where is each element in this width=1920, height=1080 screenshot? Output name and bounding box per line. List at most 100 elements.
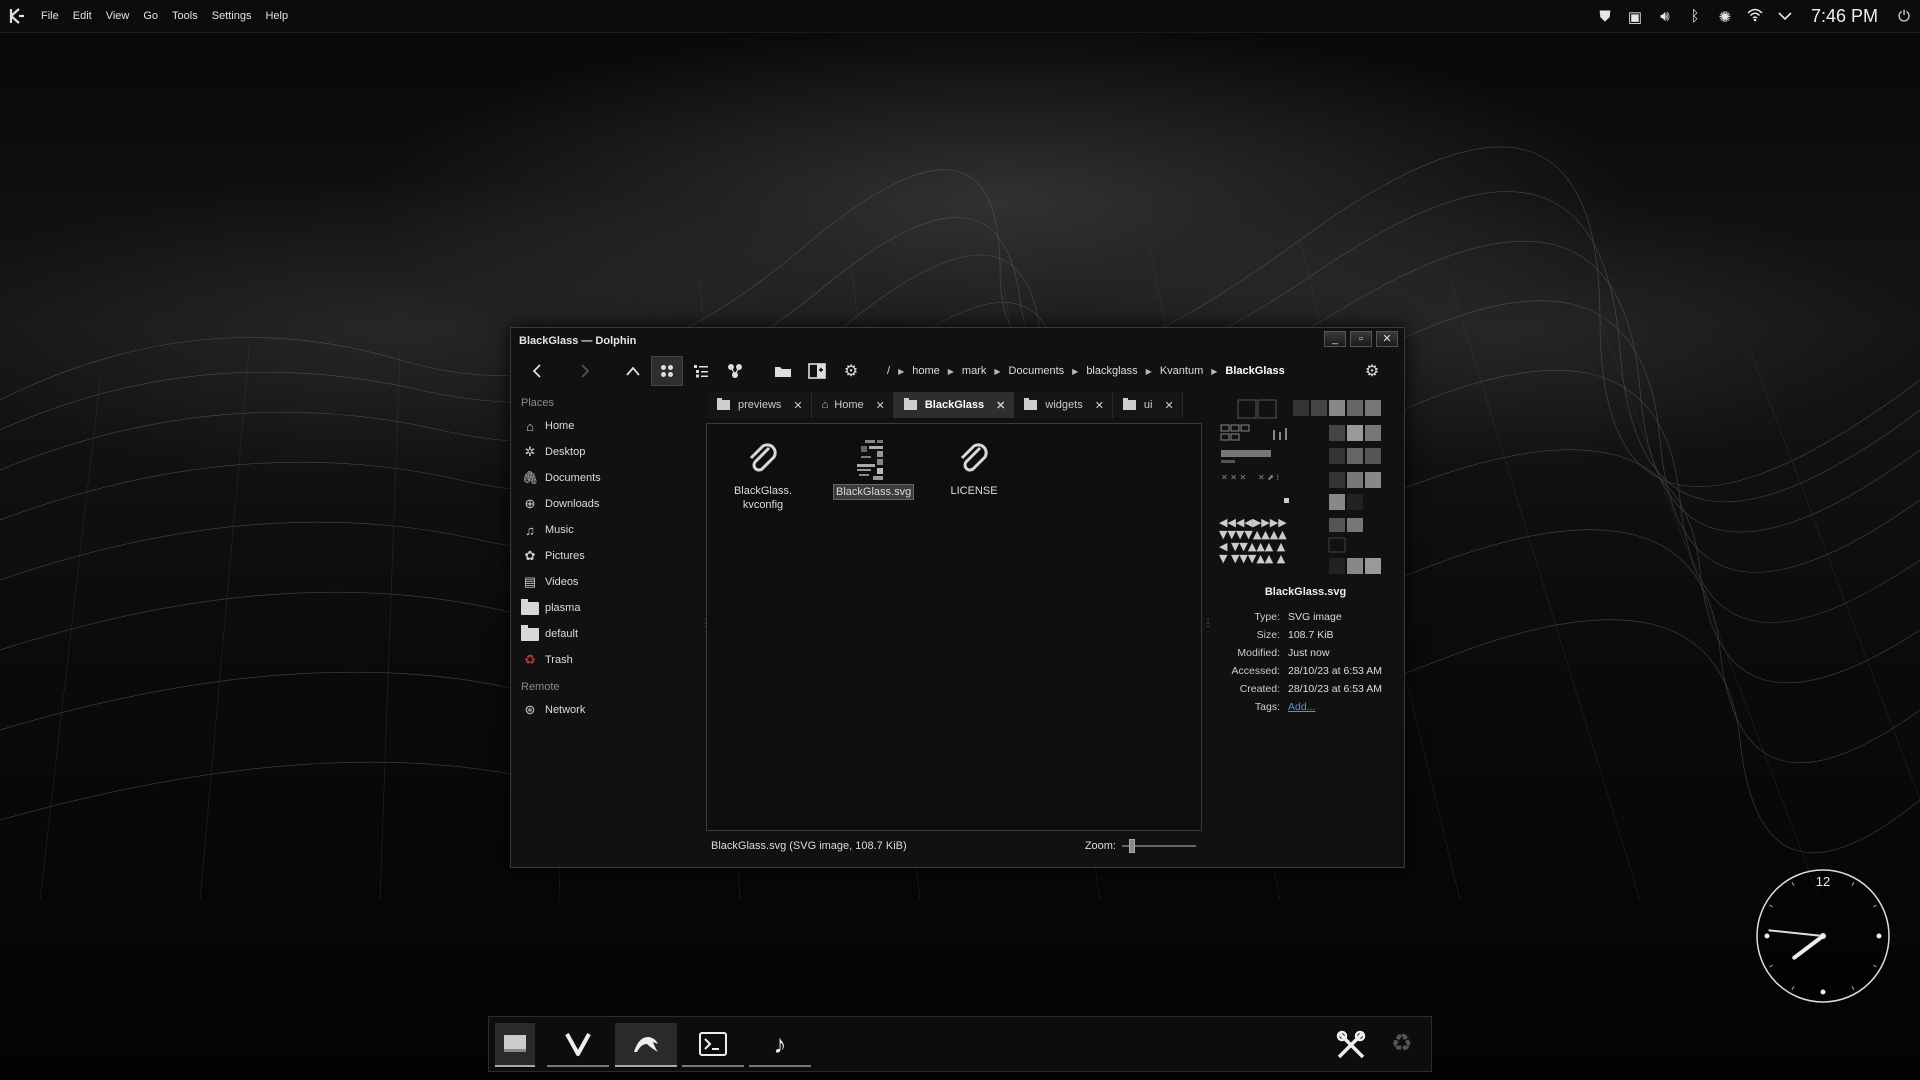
window-title: BlackGlass — Dolphin [519, 334, 637, 347]
desktop-icon: ✲ [524, 444, 536, 459]
file-item[interactable]: BlackGlass. kvconfig [727, 436, 799, 512]
file-item[interactable]: LICENSE [938, 436, 1010, 498]
meta-size-value: 108.7 KiB [1288, 629, 1334, 641]
tab-close-icon[interactable]: ✕ [1164, 399, 1173, 412]
downloads-icon: ⊕ [524, 496, 536, 511]
up-button[interactable] [617, 356, 649, 386]
top-panel: File Edit View Go Tools Settings Help ⛊ … [0, 0, 1920, 33]
forward-button[interactable] [569, 356, 601, 386]
folder-icon [1024, 398, 1038, 410]
menu-go[interactable]: Go [136, 0, 165, 33]
chevron-down-icon[interactable] [1777, 8, 1793, 25]
breadcrumb-item[interactable]: mark [962, 365, 986, 377]
breadcrumb-separator-icon: ▶ [994, 366, 1001, 376]
close-button[interactable]: ✕ [1376, 331, 1398, 347]
svg-text:✕ ⬈ ⁞: ✕ ⬈ ⁞ [1258, 473, 1279, 482]
folder-icon [521, 624, 539, 642]
breadcrumb-item[interactable]: Documents [1009, 365, 1065, 377]
menu-file[interactable]: File [34, 0, 66, 33]
settings-gear-icon[interactable]: ⚙ [835, 356, 867, 386]
clipboard-icon[interactable]: ▣ [1627, 8, 1643, 26]
meta-accessed-value: 28/10/23 at 6:53 AM [1288, 665, 1382, 677]
breadcrumb-item[interactable]: Kvantum [1160, 365, 1203, 377]
place-network[interactable]: ⊛ Network [511, 697, 701, 723]
music-player-icon[interactable]: ♪ [749, 1023, 811, 1067]
bluetooth-icon[interactable]: ᛒ [1687, 8, 1703, 25]
tab-bar: previews ✕ ⌂ Home ✕ BlackGlass ✕ widgets ✕ ui… [707, 392, 1203, 418]
kde-launcher-icon[interactable] [0, 0, 34, 33]
places-splitter[interactable]: ⋮ [701, 618, 711, 629]
meta-created-label: Created: [1239, 683, 1280, 695]
status-bar: BlackGlass.svg (SVG image, 108.7 KiB) Zo… [706, 836, 1202, 856]
place-downloads[interactable]: ⊕ Downloads [511, 491, 701, 517]
breadcrumb-item[interactable]: home [912, 365, 940, 377]
remote-header: Remote [521, 681, 560, 693]
show-desktop-button[interactable] [495, 1023, 535, 1067]
terminal-icon[interactable] [682, 1023, 744, 1067]
details-view-button[interactable] [685, 356, 717, 386]
menu-gear-icon[interactable]: ⚙ [1356, 356, 1388, 386]
folder-icon [521, 598, 539, 616]
tab-home[interactable]: ⌂ Home ✕ [811, 392, 894, 418]
meta-accessed-label: Accessed: [1231, 665, 1280, 677]
meta-modified-value: Just now [1288, 647, 1330, 659]
menu-settings[interactable]: Settings [205, 0, 259, 33]
breadcrumb-current[interactable]: BlackGlass [1225, 365, 1284, 377]
breadcrumb-separator-icon: ▶ [1211, 366, 1218, 376]
place-plasma[interactable]: plasma [511, 595, 701, 621]
place-desktop[interactable]: ✲ Desktop [511, 439, 701, 465]
preview-icon[interactable] [767, 356, 799, 386]
tab-close-icon[interactable]: ✕ [793, 399, 802, 412]
wifi-icon[interactable] [1747, 8, 1763, 26]
power-icon[interactable]: ⏻ [1896, 8, 1912, 25]
zoom-slider[interactable] [1122, 839, 1196, 853]
panel-clock[interactable]: 7:46 PM [1807, 6, 1882, 27]
minimize-button[interactable]: _ [1324, 331, 1346, 347]
tab-close-icon[interactable]: ✕ [1095, 399, 1104, 412]
place-pictures[interactable]: ✿ Pictures [511, 543, 701, 569]
folder-icon [717, 398, 730, 410]
breadcrumb-root[interactable]: / [887, 365, 890, 377]
tree-view-button[interactable] [719, 356, 751, 386]
analog-clock-widget[interactable]: 12 [1755, 868, 1891, 1004]
dolphin-icon[interactable] [615, 1023, 677, 1067]
menu-edit[interactable]: Edit [66, 0, 99, 33]
tab-blackglass[interactable]: BlackGlass ✕ [893, 392, 1015, 418]
tab-ui[interactable]: ui ✕ [1112, 392, 1183, 418]
file-view[interactable]: BlackGlass. kvconfig BlackGlass.svg LICE… [706, 423, 1202, 831]
place-documents[interactable]: 🖇︎ Documents [511, 465, 701, 491]
place-home[interactable]: ⌂ Home [511, 413, 701, 439]
split-view-icon[interactable] [801, 356, 833, 386]
zoom-slider-handle[interactable] [1128, 839, 1135, 853]
tab-widgets[interactable]: widgets ✕ [1014, 392, 1113, 418]
menu-view[interactable]: View [99, 0, 137, 33]
file-name: BlackGlass. [733, 485, 793, 497]
maximize-button[interactable]: ▫ [1350, 331, 1372, 347]
tools-icon[interactable] [1335, 1029, 1367, 1068]
clock-numeral: 12 [1816, 874, 1830, 889]
file-item-selected[interactable]: BlackGlass.svg [833, 436, 915, 500]
vivaldi-icon[interactable] [547, 1023, 609, 1067]
recycle-icon[interactable]: ♻ [1391, 1029, 1413, 1058]
place-music[interactable]: ♫ Music [511, 517, 701, 543]
svg-thumbnail-icon [833, 436, 905, 484]
tab-close-icon[interactable]: ✕ [876, 399, 885, 412]
add-tags-link[interactable]: Add... [1288, 701, 1315, 713]
network-icon: ⊛ [524, 702, 536, 717]
shield-icon[interactable]: ⛊ [1597, 8, 1613, 25]
folder-icon [903, 398, 917, 410]
menu-tools[interactable]: Tools [165, 0, 205, 33]
menu-help[interactable]: Help [258, 0, 295, 33]
back-button[interactable] [521, 356, 553, 386]
place-videos[interactable]: ▤ Videos [511, 569, 701, 595]
window-titlebar[interactable]: BlackGlass — Dolphin _ ▫ ✕ [511, 328, 1404, 353]
volume-icon[interactable]: 🔊︎ [1657, 8, 1673, 25]
place-default[interactable]: default [511, 621, 701, 647]
tab-close-icon[interactable]: ✕ [996, 399, 1005, 412]
place-trash[interactable]: ♻ Trash [511, 647, 701, 673]
breadcrumb-item[interactable]: blackglass [1086, 365, 1137, 377]
brightness-icon[interactable]: ✺ [1717, 8, 1733, 26]
info-splitter[interactable]: ⋮ [1203, 618, 1213, 629]
tab-previews[interactable]: previews ✕ [707, 392, 812, 418]
icons-view-button[interactable] [651, 356, 683, 386]
